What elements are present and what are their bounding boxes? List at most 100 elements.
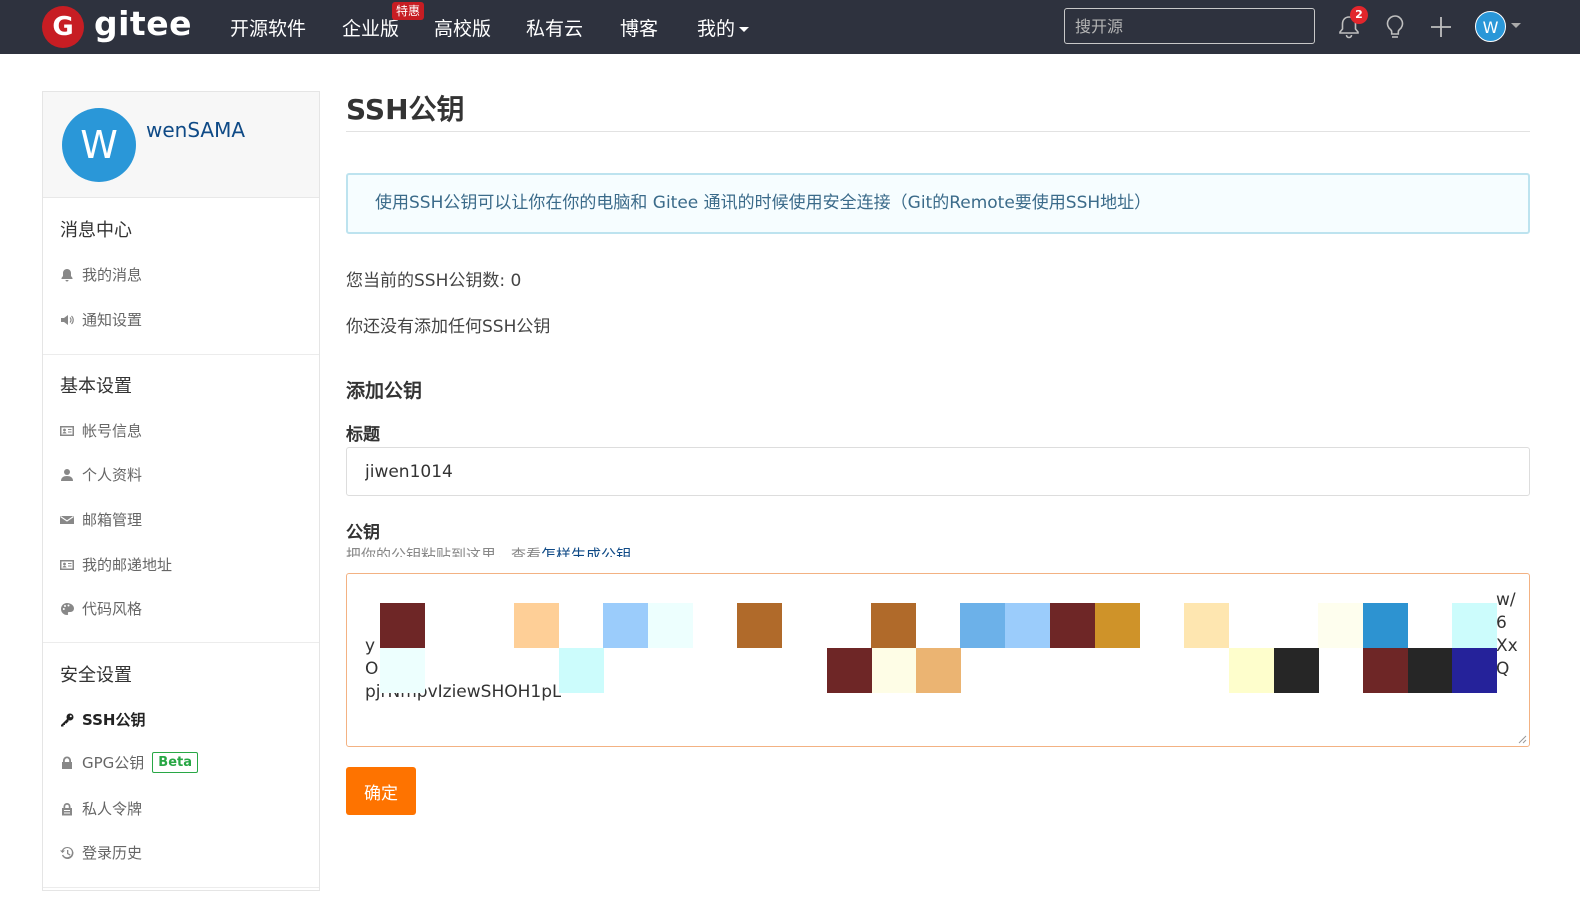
sidebar-item-gpg-keys[interactable]: GPG公钥 Beta	[60, 752, 199, 773]
no-key-message: 你还没有添加任何SSH公钥	[346, 317, 551, 337]
add-key-heading: 添加公钥	[346, 380, 423, 402]
censor-block	[960, 603, 1005, 648]
public-key-textarea[interactable]: w/ 6 y Xx O Q pjrNmpvIziewSHOH1pL	[346, 573, 1530, 747]
sidebar-item-label: GPG公钥	[82, 754, 145, 772]
censor-block	[648, 603, 693, 648]
censor-block	[1318, 603, 1363, 648]
censor-block	[1408, 648, 1453, 693]
address-card-icon	[60, 559, 74, 570]
enterprise-badge: 特惠	[392, 2, 425, 20]
sidebar-item-label: 私人令牌	[82, 800, 143, 818]
page-title: SSH公钥	[346, 93, 465, 126]
sidebar-item-private-tokens[interactable]: 私人令牌	[60, 798, 142, 819]
sidebar-item-label: SSH公钥	[82, 711, 146, 729]
censor-block	[1005, 603, 1050, 648]
sidebar-item-label: 邮箱管理	[82, 511, 143, 529]
profile-avatar[interactable]: W	[62, 108, 136, 182]
sidebar-divider	[43, 354, 319, 355]
nav-item-mine-label: 我的	[697, 18, 736, 40]
censor-block	[380, 648, 425, 693]
plus-icon[interactable]	[1426, 12, 1456, 42]
public-key-hint: 把你的公钥粘贴到这里，查看怎样生成公钥	[346, 545, 631, 557]
speaker-icon	[61, 314, 74, 325]
censor-block	[827, 648, 872, 693]
title-divider	[346, 131, 1530, 132]
key-title-input[interactable]	[346, 447, 1530, 496]
sidebar-item-code-style[interactable]: 代码风格	[60, 598, 142, 619]
title-label: 标题	[346, 425, 380, 445]
envelope-icon	[60, 515, 74, 524]
sidebar-item-notification-settings[interactable]: 通知设置	[60, 309, 142, 330]
section-title-security-settings: 安全设置	[60, 665, 132, 686]
censor-block	[1363, 603, 1408, 648]
palette-icon	[61, 602, 74, 615]
user-avatar[interactable]: W	[1475, 11, 1506, 42]
key-text-fragment: Q	[1496, 659, 1510, 679]
censor-block	[1452, 648, 1497, 693]
id-card-icon	[60, 425, 74, 436]
public-key-label: 公钥	[346, 523, 380, 543]
key-text-fragment: y	[365, 636, 376, 656]
sidebar-item-label: 帐号信息	[82, 422, 143, 440]
profile-username[interactable]: wenSAMA	[146, 118, 245, 142]
censor-block	[1050, 603, 1095, 648]
key-text-fragment: O	[365, 659, 379, 679]
censor-block	[1095, 603, 1140, 648]
sidebar-item-label: 代码风格	[82, 600, 143, 618]
beta-badge: Beta	[152, 752, 199, 773]
how-to-generate-key-link[interactable]: 怎样生成公钥	[541, 546, 631, 557]
sidebar-item-label: 我的邮递地址	[82, 556, 173, 574]
censor-block	[1229, 648, 1274, 693]
sidebar-item-profile[interactable]: 个人资料	[60, 464, 142, 485]
section-title-basic-settings: 基本设置	[60, 376, 132, 397]
sidebar-item-label: 个人资料	[82, 466, 143, 484]
sidebar-item-label: 通知设置	[82, 311, 143, 329]
censor-block	[737, 603, 782, 648]
lightbulb-icon[interactable]	[1380, 12, 1410, 42]
censor-block	[514, 603, 559, 648]
chevron-down-icon	[739, 27, 750, 32]
sidebar-item-ssh-keys[interactable]: SSH公钥	[60, 709, 146, 730]
search-input[interactable]	[1064, 8, 1315, 44]
key-text-fragment: Xx	[1496, 636, 1518, 656]
submit-button[interactable]: 确定	[346, 767, 416, 815]
sidebar-item-login-history[interactable]: 登录历史	[60, 842, 142, 863]
hint-text: 把你的公钥粘贴到这里，查看	[346, 546, 542, 557]
lock-icon	[62, 756, 72, 769]
sidebar-item-account-info[interactable]: 帐号信息	[60, 420, 142, 441]
top-navbar: G gitee 开源软件 企业版 特惠 高校版 私有云 博客 我的 2 W	[0, 0, 1580, 54]
censor-block	[1452, 603, 1497, 648]
key-text-fragment: 6	[1496, 613, 1507, 633]
sidebar-divider	[43, 887, 319, 888]
nav-item-private-cloud[interactable]: 私有云	[526, 14, 583, 41]
censor-block	[559, 648, 604, 693]
nav-item-education[interactable]: 高校版	[434, 14, 491, 41]
avatar-chevron-down-icon[interactable]	[1511, 23, 1521, 28]
censor-block	[603, 603, 648, 648]
settings-sidebar: W wenSAMA 消息中心 我的消息 通知设置 基本设置 帐号信息 个人资料 …	[42, 91, 320, 891]
profile-card: W wenSAMA	[43, 92, 319, 198]
ssh-key-count: 您当前的SSH公钥数: 0	[346, 271, 522, 291]
notification-count-badge: 2	[1350, 6, 1368, 24]
sidebar-item-email-management[interactable]: 邮箱管理	[60, 509, 142, 530]
sidebar-item-label: 我的消息	[82, 266, 143, 284]
nav-item-enterprise[interactable]: 企业版	[342, 14, 399, 41]
nav-item-blog[interactable]: 博客	[620, 14, 658, 41]
sidebar-item-mailing-address[interactable]: 我的邮递地址	[60, 554, 172, 575]
ssh-info-message: 使用SSH公钥可以让你在你的电脑和 Gitee 通讯的时候使用安全连接（Git的…	[346, 173, 1530, 234]
sidebar-item-my-messages[interactable]: 我的消息	[60, 264, 142, 285]
censor-block	[380, 603, 425, 648]
sidebar-item-label: 登录历史	[82, 844, 143, 862]
resize-handle-icon[interactable]	[1517, 734, 1527, 744]
bell-icon	[61, 268, 73, 281]
sidebar-divider	[43, 642, 319, 643]
censor-block	[872, 648, 917, 693]
token-lock-icon	[62, 802, 72, 815]
gitee-logo-icon[interactable]: G	[42, 6, 84, 48]
nav-item-mine-dropdown[interactable]: 我的	[697, 14, 750, 41]
censor-block	[1363, 648, 1408, 693]
nav-item-open-source[interactable]: 开源软件	[230, 14, 306, 41]
history-icon	[60, 846, 74, 859]
brand-name[interactable]: gitee	[94, 4, 192, 43]
key-icon	[61, 713, 74, 726]
